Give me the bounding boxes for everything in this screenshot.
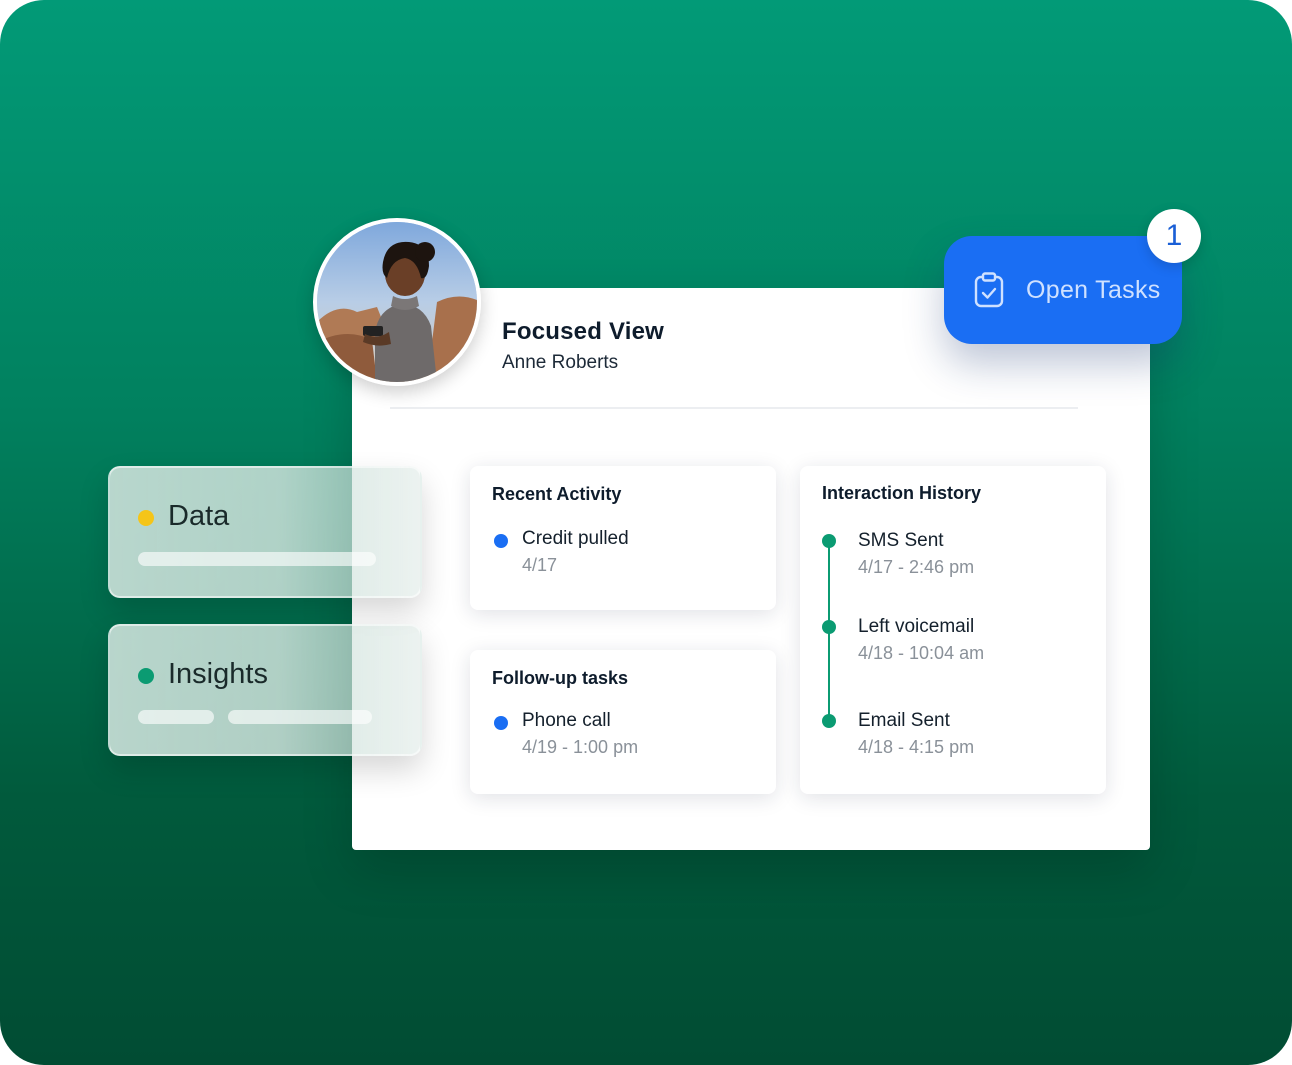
timeline-dot: [822, 534, 836, 548]
placeholder-bar: [138, 552, 376, 566]
customer-name: Anne Roberts: [502, 352, 619, 373]
open-tasks-label: Open Tasks: [1026, 275, 1161, 304]
follow-up-tasks-card: Follow-up tasks Phone call 4/19 - 1:00 p…: [470, 650, 776, 794]
history-date: 4/18 - 4:15 pm: [858, 737, 975, 757]
activity-label: Credit pulled: [522, 528, 629, 549]
interaction-history-title: Interaction History: [822, 483, 982, 503]
history-label: Left voicemail: [858, 616, 975, 637]
page-title: Focused View: [502, 318, 665, 345]
status-dot-green: [138, 668, 154, 684]
interaction-history-card: Interaction History SMS Sent 4/17 - 2:46…: [800, 466, 1106, 794]
open-tasks-button[interactable]: Open Tasks: [944, 236, 1182, 344]
history-date: 4/18 - 10:04 am: [858, 643, 985, 663]
avatar-photo: [317, 222, 477, 382]
avatar[interactable]: [313, 218, 481, 386]
insights-panel[interactable]: Insights: [108, 624, 422, 756]
data-panel-label: Data: [168, 500, 230, 532]
history-date: 4/17 - 2:46 pm: [858, 557, 975, 577]
history-label: Email Sent: [858, 710, 950, 731]
divider: [390, 407, 1078, 409]
history-label: SMS Sent: [858, 530, 944, 551]
open-tasks-count-badge: 1: [1147, 209, 1201, 263]
activity-date: 4/17: [522, 555, 558, 575]
data-panel[interactable]: Data: [108, 466, 422, 598]
follow-up-tasks-title: Follow-up tasks: [492, 668, 629, 688]
bullet-dot: [494, 534, 508, 548]
bullet-dot: [494, 716, 508, 730]
insights-panel-label: Insights: [168, 658, 268, 690]
placeholder-bar: [138, 710, 214, 724]
timeline-dot: [822, 714, 836, 728]
background-canvas: Focused View Anne Roberts Open Tasks 1 R…: [0, 0, 1292, 1065]
placeholder-bar: [228, 710, 372, 724]
task-label[interactable]: Phone call: [522, 710, 611, 732]
timeline-dot: [822, 620, 836, 634]
task-date: 4/19 - 1:00 pm: [522, 737, 639, 757]
recent-activity-title: Recent Activity: [492, 484, 622, 504]
clipboard-check-icon: [974, 272, 1004, 308]
status-dot-yellow: [138, 510, 154, 526]
recent-activity-card: Recent Activity Credit pulled 4/17: [470, 466, 776, 610]
